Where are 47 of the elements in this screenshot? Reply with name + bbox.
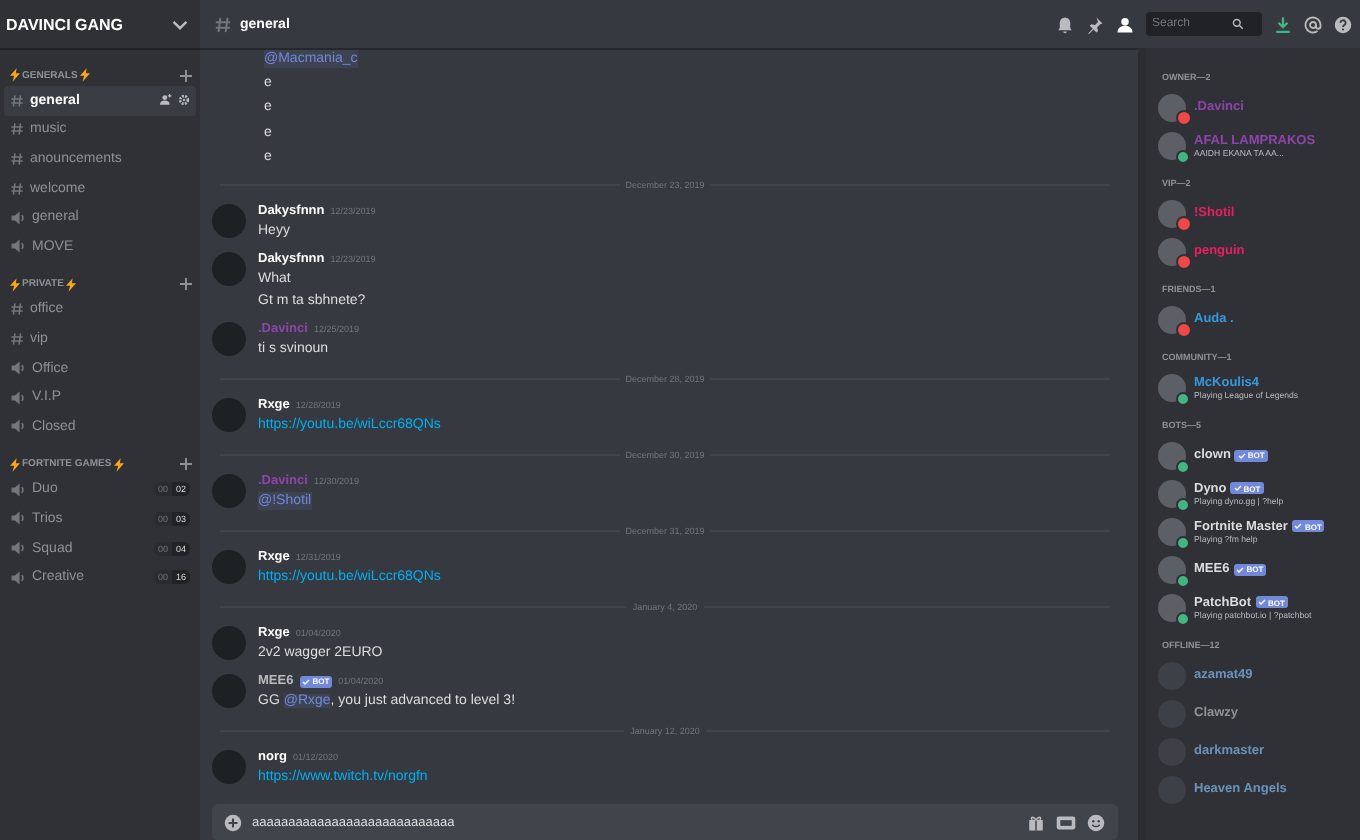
download-icon[interactable] (1274, 15, 1292, 33)
speaker-icon (10, 540, 26, 557)
hash-icon (214, 15, 232, 33)
check-icon (1294, 522, 1303, 530)
speaker-icon (10, 510, 26, 527)
speaker-icon (10, 389, 26, 406)
hash-icon (10, 93, 24, 108)
members-icon[interactable] (1116, 15, 1134, 33)
check-icon (302, 677, 311, 685)
settings-icon[interactable] (178, 94, 190, 107)
plus-icon[interactable] (224, 813, 242, 831)
lightning-icon (79, 68, 90, 82)
at-sign-icon[interactable] (1304, 15, 1322, 33)
speaker-icon (10, 569, 26, 586)
emoji-icon[interactable] (1086, 813, 1106, 831)
hash-icon (10, 302, 24, 317)
speaker-icon (10, 360, 26, 377)
hash-icon (10, 122, 24, 137)
check-icon (1258, 598, 1267, 606)
server-name: DAVINCI GANG (6, 15, 124, 33)
lightning-icon (10, 457, 20, 472)
speaker-icon (10, 418, 26, 435)
hash-icon (10, 151, 24, 166)
hash-icon (10, 331, 24, 346)
plus-icon[interactable] (180, 458, 192, 471)
check-icon (1237, 451, 1246, 459)
search-icon (1232, 18, 1244, 30)
lightning-icon (10, 68, 20, 82)
add-member-icon[interactable] (160, 94, 172, 107)
lightning-icon (65, 277, 76, 292)
speaker-icon (10, 481, 26, 498)
pin-icon[interactable] (1086, 15, 1104, 33)
gift-icon[interactable] (1026, 813, 1046, 831)
gif-icon[interactable] (1056, 813, 1076, 831)
lightning-icon (10, 277, 20, 292)
check-icon (1236, 565, 1245, 573)
hash-icon (10, 181, 24, 196)
check-icon (1233, 484, 1242, 492)
plus-icon[interactable] (180, 278, 192, 291)
bell-icon[interactable] (1056, 15, 1074, 33)
help-icon[interactable] (1334, 15, 1352, 33)
plus-icon[interactable] (180, 69, 192, 81)
speaker-icon (10, 209, 26, 226)
server-header[interactable]: DAVINCI GANG (0, 0, 200, 48)
chevron-icon (172, 19, 188, 29)
lightning-icon (113, 457, 124, 472)
speaker-icon (10, 238, 26, 255)
